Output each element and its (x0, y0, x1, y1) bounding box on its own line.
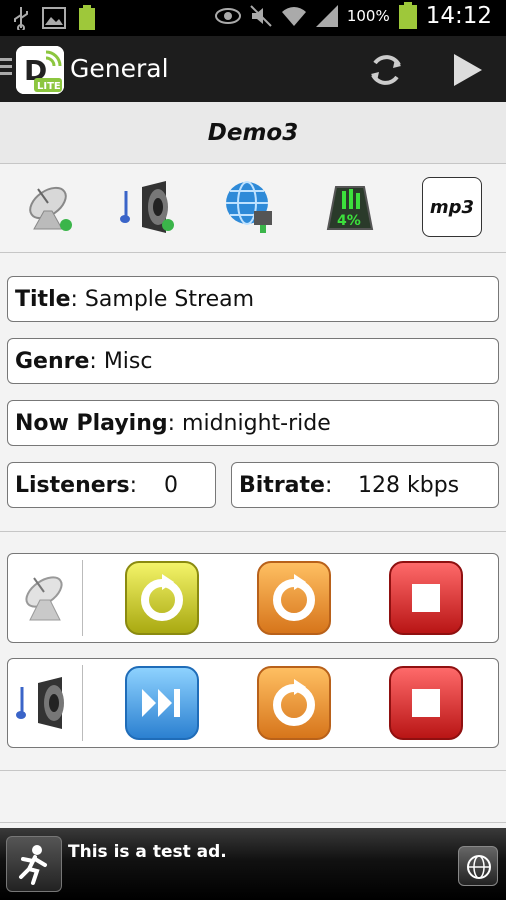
bitrate-value: 128 kbps (358, 472, 460, 498)
bitrate-colon: : (324, 472, 333, 498)
player-restart-button[interactable] (256, 665, 332, 741)
ad-text[interactable]: This is a test ad. (68, 842, 227, 862)
runner-icon[interactable] (6, 836, 62, 892)
restart-icon (125, 561, 199, 635)
usage-meter-icon: 4% (326, 186, 374, 230)
speaker-note-icon (16, 677, 64, 729)
now-playing-value: : midnight-ride (167, 410, 331, 436)
drawer-indicator-icon[interactable] (0, 58, 12, 79)
station-header: Demo3 (0, 102, 506, 164)
speaker-note-icon (120, 181, 174, 233)
separator (82, 665, 83, 741)
refresh-icon[interactable] (366, 50, 406, 90)
source-restart-button-orange[interactable] (256, 560, 332, 636)
page-title: General (70, 54, 169, 83)
clock: 14:12 (425, 3, 492, 29)
listeners-colon: : (129, 472, 138, 498)
app-bar: D LITE General (0, 36, 506, 102)
svg-text:4%: 4% (337, 213, 361, 229)
listeners-field: Listeners: 0 (7, 462, 216, 508)
source-stop-button[interactable] (388, 560, 464, 636)
divider (0, 531, 506, 532)
usb-icon (14, 7, 28, 30)
mute-icon (250, 5, 272, 27)
genre-value: : Misc (89, 348, 153, 374)
ad-banner[interactable]: This is a test ad. (0, 828, 506, 900)
source-restart-button-yellow[interactable] (124, 560, 200, 636)
title-value: : Sample Stream (70, 286, 255, 312)
title-field: Title: Sample Stream (7, 276, 499, 322)
tab-mp3[interactable]: mp3 (422, 177, 482, 237)
now-playing-field: Now Playing: midnight-ride (7, 400, 499, 446)
tab-player[interactable] (120, 177, 180, 237)
player-stop-button[interactable] (388, 665, 464, 741)
battery-percent: 100% (346, 7, 390, 25)
now-playing-label: Now Playing (15, 410, 168, 436)
battery-small-icon (79, 5, 95, 30)
satellite-dish-icon (29, 186, 72, 231)
restart-icon (257, 561, 331, 635)
skip-forward-icon (125, 666, 199, 740)
svg-text:LITE: LITE (37, 81, 61, 92)
status-bar: 100% 14:12 (0, 0, 506, 36)
source-control-row (7, 553, 499, 643)
satellite-dish-icon (25, 576, 63, 621)
listeners-value: 0 (164, 472, 178, 498)
title-label: Title (15, 286, 71, 312)
stop-icon (389, 561, 463, 635)
separator (82, 560, 83, 636)
tab-bar: 4% mp3 (0, 165, 506, 253)
listeners-label: Listeners (15, 472, 130, 498)
genre-field: Genre: Misc (7, 338, 499, 384)
restart-icon (257, 666, 331, 740)
globe-icon[interactable] (458, 846, 498, 886)
divider (0, 770, 506, 771)
tab-source[interactable] (22, 177, 82, 237)
play-icon[interactable] (446, 50, 486, 90)
tab-network[interactable] (220, 177, 280, 237)
station-name: Demo3 (207, 119, 299, 146)
bitrate-label: Bitrate (239, 472, 325, 498)
eye-icon (214, 8, 241, 24)
globe-network-icon (226, 181, 272, 233)
gallery-icon (42, 7, 66, 29)
genre-label: Genre (15, 348, 90, 374)
player-skip-button[interactable] (124, 665, 200, 741)
wifi-icon (281, 7, 306, 26)
signal-icon (315, 5, 338, 27)
divider (0, 822, 506, 823)
player-control-row (7, 658, 499, 748)
bitrate-field: Bitrate: 128 kbps (231, 462, 499, 508)
tab-usage[interactable]: 4% (320, 177, 380, 237)
battery-icon (398, 2, 417, 29)
mp3-icon: mp3 (429, 196, 475, 218)
app-logo[interactable]: D LITE (16, 46, 64, 94)
stop-icon (389, 666, 463, 740)
